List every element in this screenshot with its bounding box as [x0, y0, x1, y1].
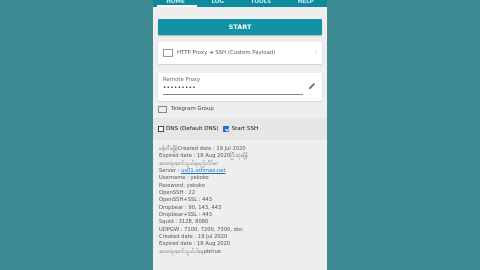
active-tab-indicator [157, 5, 197, 7]
payload-label: HTTP Proxy ➔ SSH (Custom Payload) [177, 50, 276, 56]
start-ssh-label: Start SSH [231, 126, 259, 132]
info-line: Password: yekoko [159, 182, 205, 189]
start-button[interactable]: START [158, 19, 322, 35]
tab-tools[interactable]: TOOLS [251, 0, 272, 5]
payload-selector[interactable]: HTTP Proxy ➔ SSH (Custom Payload) › [158, 42, 322, 64]
start-ssh-checkbox[interactable] [223, 126, 230, 132]
telegram-icon [158, 105, 167, 113]
dns-label: DNS (Default DNS) [166, 126, 219, 132]
info-line: Created date : 19 Jul 2020 [159, 234, 228, 241]
info-line: ဖန်တီးချိန်Created date : 19 Jul 2020 [159, 146, 246, 152]
server-info-text: ဖန်တီးချိန်Created date : 19 Jul 2020 Ex… [159, 146, 324, 256]
chevron-right-icon: › [315, 50, 317, 56]
info-line: OpenSSH+SSL : 443 [159, 197, 213, 204]
remote-proxy-value[interactable]: ••••••••• [163, 85, 196, 91]
info-line: Dropbear : 90, 143, 443 [159, 204, 222, 211]
tab-help[interactable]: HELP [298, 0, 314, 5]
info-line: ဆာဗာမှဆက်သွယ်ရမည့်လိပ်စာ [159, 160, 219, 167]
info-line: UDPGW : 7100, 7200, 7300, doc [159, 226, 243, 233]
remote-proxy-label: Remote Proxy [163, 77, 201, 83]
tab-bar: HOME LOG TOOLS HELP [153, 0, 327, 7]
tab-log[interactable]: LOG [211, 0, 224, 5]
info-line: Squid : 3128, 8080 [159, 219, 209, 226]
app-window: HOME LOG TOOLS HELP START HTTP Proxy ➔ S… [153, 0, 327, 270]
info-line: Dropbear+SSL : 443 [159, 212, 213, 219]
info-line-server: Server : us01.sshmax.net [159, 168, 226, 175]
dns-checkbox[interactable] [158, 126, 164, 132]
info-line: OpenSSH : 22 [159, 190, 195, 197]
input-underline [163, 94, 303, 95]
info-line: Expired date : 18 Aug 2020ပြီးဆုံးချိန် [159, 153, 249, 160]
options-row: DNS (Default DNS) Start SSH [153, 118, 327, 140]
remote-proxy-card[interactable]: Remote Proxy ••••••••• [158, 73, 322, 101]
info-line: ဆာဗာမှဆက်သွယ်ပါနေpbtrue [159, 248, 221, 255]
info-line: Expired date : 18 Aug 2020 [159, 241, 231, 248]
info-line: Username : yekoko [159, 175, 209, 182]
pencil-icon[interactable] [308, 82, 316, 90]
telegram-group-row[interactable]: Telegram Group [158, 103, 214, 115]
server-link[interactable]: us01.sshmax.net [181, 168, 225, 174]
telegram-label: Telegram Group [171, 106, 214, 112]
payload-icon [163, 49, 173, 57]
